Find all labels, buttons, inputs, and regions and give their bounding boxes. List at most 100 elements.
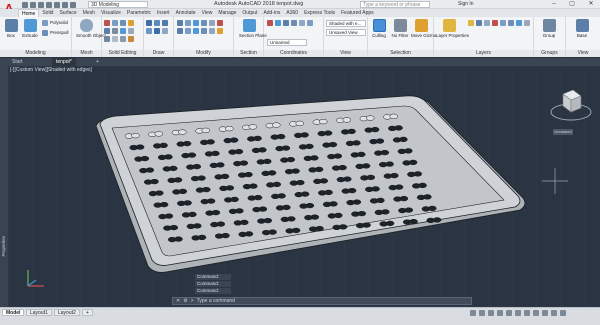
layout-tab-layout2[interactable]: Layout2 [54, 309, 80, 316]
layer-lock-icon[interactable] [484, 20, 490, 26]
move-gizmo-button[interactable]: Move Gizmo [411, 19, 436, 38]
workspace-icon[interactable] [533, 310, 539, 316]
scale-icon[interactable] [209, 20, 215, 26]
layer-on-icon[interactable] [468, 20, 474, 26]
plot-icon[interactable] [54, 1, 60, 8]
hatch-icon[interactable] [162, 28, 168, 34]
layout-tab-layout1[interactable]: Layout1 [26, 309, 52, 316]
base-view-button[interactable]: Base [572, 19, 592, 38]
fillet-icon[interactable] [193, 28, 199, 34]
isolate-icon[interactable] [542, 310, 548, 316]
search-input[interactable]: Type a keyword or phrase [360, 1, 430, 8]
customize-icon[interactable] [560, 310, 566, 316]
layout-tab-model[interactable]: Model [2, 309, 25, 316]
save-as-icon[interactable] [46, 1, 52, 8]
layer-isolate-icon[interactable] [500, 20, 506, 26]
close-command-line-icon[interactable]: ✕ [176, 298, 180, 304]
polyline-icon[interactable] [154, 20, 160, 26]
new-tab-button[interactable]: + [92, 58, 103, 66]
group-button[interactable]: Group [539, 19, 559, 38]
smooth-object-button[interactable]: Smooth Object [76, 19, 106, 38]
panel-label-modeling[interactable]: Modeling [0, 50, 71, 57]
rotate-icon[interactable] [193, 20, 199, 26]
panel-label-layers[interactable]: Layers [434, 50, 533, 57]
ucs-icon[interactable] [267, 20, 273, 26]
trim-icon[interactable] [177, 28, 183, 34]
sign-in-button[interactable]: Sign In [458, 0, 474, 9]
taper-faces-icon[interactable] [128, 36, 134, 42]
slice-icon[interactable] [104, 28, 110, 34]
extrude-button[interactable]: Extrude [20, 19, 40, 38]
fillet-edge-icon[interactable] [128, 20, 134, 26]
union-icon[interactable] [104, 20, 110, 26]
snap-icon[interactable] [488, 310, 494, 316]
model-space-icon[interactable] [470, 310, 476, 316]
osnap-icon[interactable] [515, 310, 521, 316]
panel-label-solid-editing[interactable]: Solid Editing [102, 50, 143, 57]
line-icon[interactable] [146, 20, 152, 26]
array-icon[interactable] [201, 28, 207, 34]
named-ucs-select[interactable]: Unnamed [267, 39, 307, 46]
viewcube[interactable] [546, 88, 596, 148]
minimize-icon[interactable]: – [545, 0, 563, 9]
layer-match-icon[interactable] [508, 20, 514, 26]
no-filter-button[interactable]: No Filter [390, 19, 410, 38]
close-icon[interactable]: ✕ [582, 0, 600, 9]
ucs-y-icon[interactable] [291, 20, 297, 26]
box-button[interactable]: Box [1, 19, 21, 38]
undo-icon[interactable] [62, 1, 68, 8]
open-file-icon[interactable] [30, 1, 36, 8]
properties-palette-strip[interactable]: Properties [0, 66, 8, 307]
new-file-icon[interactable] [22, 1, 28, 8]
grid-icon[interactable] [479, 310, 485, 316]
customize-command-icon[interactable]: ⚙ [183, 298, 187, 304]
panel-label-groups[interactable]: Groups [534, 50, 565, 57]
thicken-icon[interactable] [112, 28, 118, 34]
save-icon[interactable] [38, 1, 44, 8]
layer-properties-button[interactable]: Layer Properties [436, 19, 469, 38]
culling-button[interactable]: Culling [369, 19, 389, 38]
named-view-select[interactable]: Unsaved View [326, 29, 366, 36]
command-line-input[interactable]: ✕ ⚙ > Type a command [172, 297, 472, 305]
polysolid-button[interactable]: Polysolid [42, 19, 68, 26]
world-icon[interactable] [275, 20, 281, 26]
file-tab-start[interactable]: Start [8, 58, 27, 66]
panel-label-mesh[interactable]: Mesh [72, 50, 101, 57]
align-icon[interactable] [209, 28, 215, 34]
intersect-icon[interactable] [120, 20, 126, 26]
layer-color-icon[interactable] [492, 20, 498, 26]
section-plane-button[interactable]: Section Plane [239, 19, 267, 38]
extend-icon[interactable] [185, 28, 191, 34]
offset-edge-icon[interactable] [120, 36, 126, 42]
circle-icon[interactable] [162, 20, 168, 26]
imprint-icon[interactable] [120, 28, 126, 34]
layer-walk-icon[interactable] [524, 20, 530, 26]
file-tab-tenpot[interactable]: tenpot* [52, 58, 76, 66]
polar-icon[interactable] [506, 310, 512, 316]
panel-label-view-base[interactable]: View [566, 50, 600, 57]
move-icon[interactable] [177, 20, 183, 26]
extract-edges-icon[interactable] [112, 36, 118, 42]
rectangle-icon[interactable] [154, 28, 160, 34]
shell-icon[interactable] [128, 28, 134, 34]
visual-style-select[interactable]: Shaded with e... [326, 20, 366, 27]
annotation-scale-icon[interactable] [524, 310, 530, 316]
ucs-x-icon[interactable] [283, 20, 289, 26]
arc-icon[interactable] [146, 28, 152, 34]
fullscreen-icon[interactable] [551, 310, 557, 316]
layer-freeze-icon[interactable] [476, 20, 482, 26]
drawing-viewport[interactable]: [-][Custom View][Shaded with edges] Unna… [8, 66, 600, 307]
ucs-face-icon[interactable] [307, 20, 313, 26]
erase-icon[interactable] [217, 20, 223, 26]
explode-icon[interactable] [217, 28, 223, 34]
panel-label-section[interactable]: Section [234, 50, 263, 57]
presspull-button[interactable]: Presspull [42, 29, 69, 36]
panel-label-selection[interactable]: Selection [368, 50, 433, 57]
subtract-icon[interactable] [112, 20, 118, 26]
separate-icon[interactable] [104, 36, 110, 42]
panel-label-draw[interactable]: Draw [144, 50, 173, 57]
restore-icon[interactable]: ▢ [563, 0, 581, 9]
panel-label-view[interactable]: View [324, 50, 367, 57]
ucs-z-icon[interactable] [299, 20, 305, 26]
redo-icon[interactable] [70, 1, 76, 8]
